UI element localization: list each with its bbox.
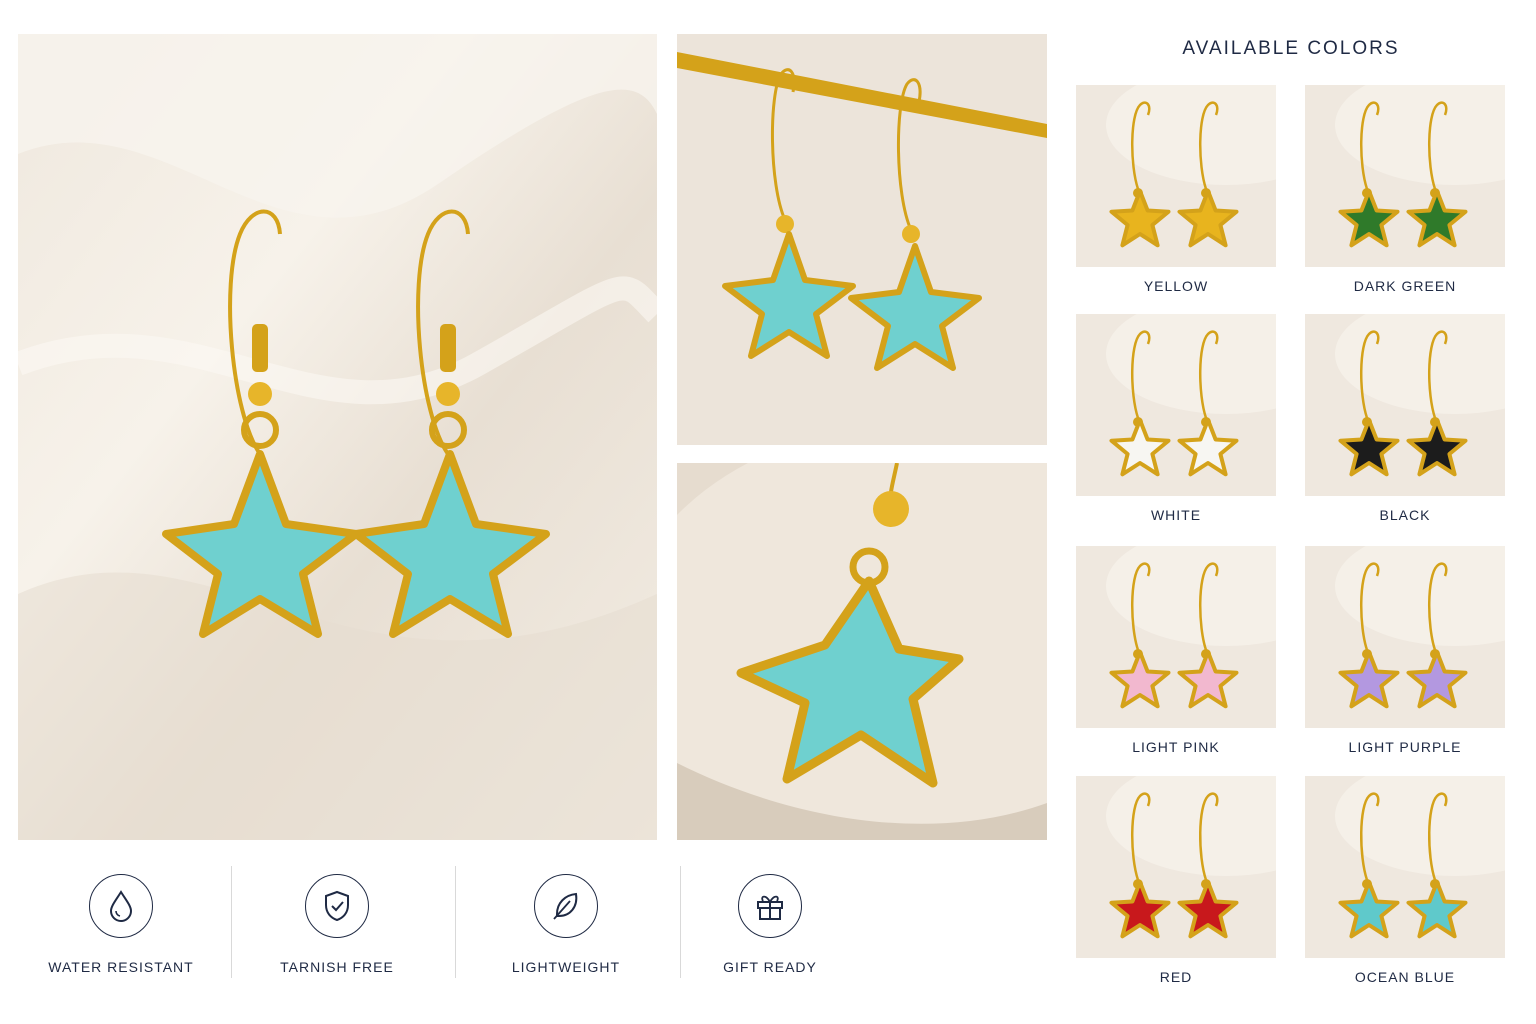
- feature-water-resistant: WATER RESISTANT: [48, 866, 193, 978]
- feature-divider: [455, 866, 456, 978]
- features-row: WATER RESISTANT TARNISH FREE LIGHTWEIGHT…: [18, 866, 1038, 978]
- available-colors-title: AVAILABLE COLORS: [1182, 38, 1400, 59]
- feature-gift-ready: GIFT READY: [710, 866, 830, 978]
- color-option-yellow[interactable]: YELLOW: [1076, 85, 1276, 294]
- feature-divider: [231, 866, 232, 978]
- color-option-label: BLACK: [1379, 507, 1431, 523]
- feature-label: TARNISH FREE: [280, 959, 394, 975]
- main-product-photo[interactable]: [18, 34, 657, 840]
- swatch-thumbnail[interactable]: [1305, 546, 1505, 728]
- feature-label: GIFT READY: [723, 959, 817, 975]
- swatch-thumbnail[interactable]: [1305, 776, 1505, 958]
- color-option-black[interactable]: BLACK: [1305, 314, 1505, 523]
- color-option-label: LIGHT PINK: [1132, 739, 1220, 755]
- water-drop-icon: [89, 874, 153, 938]
- swatch-thumbnail[interactable]: [1305, 85, 1505, 267]
- swatch-thumbnail[interactable]: [1076, 85, 1276, 267]
- closeup-detail-photo[interactable]: [677, 463, 1047, 840]
- swatch-thumbnail[interactable]: [1076, 546, 1276, 728]
- color-option-light-pink[interactable]: LIGHT PINK: [1076, 546, 1276, 755]
- feature-label: LIGHTWEIGHT: [511, 959, 621, 975]
- feature-tarnish-free: TARNISH FREE: [277, 866, 397, 978]
- swatch-thumbnail[interactable]: [1076, 776, 1276, 958]
- feature-label: WATER RESISTANT: [48, 959, 194, 975]
- color-option-dark-green[interactable]: DARK GREEN: [1305, 85, 1505, 294]
- shield-check-icon: [305, 874, 369, 938]
- feature-divider: [680, 866, 681, 978]
- color-option-label: DARK GREEN: [1353, 278, 1457, 294]
- color-option-label: LIGHT PURPLE: [1348, 739, 1462, 755]
- swatch-thumbnail[interactable]: [1305, 314, 1505, 496]
- color-option-label: YELLOW: [1143, 278, 1209, 294]
- color-option-white[interactable]: WHITE: [1076, 314, 1276, 523]
- color-option-label: OCEAN BLUE: [1354, 969, 1456, 985]
- color-option-ocean-blue[interactable]: OCEAN BLUE: [1305, 776, 1505, 985]
- gift-icon: [738, 874, 802, 938]
- color-option-label: RED: [1159, 969, 1193, 985]
- swatch-thumbnail[interactable]: [1076, 314, 1276, 496]
- feature-lightweight: LIGHTWEIGHT: [506, 866, 626, 978]
- hanging-earrings-photo[interactable]: [677, 34, 1047, 445]
- color-option-red[interactable]: RED: [1076, 776, 1276, 985]
- color-option-light-purple[interactable]: LIGHT PURPLE: [1305, 546, 1505, 755]
- feather-icon: [534, 874, 598, 938]
- color-option-label: WHITE: [1150, 507, 1202, 523]
